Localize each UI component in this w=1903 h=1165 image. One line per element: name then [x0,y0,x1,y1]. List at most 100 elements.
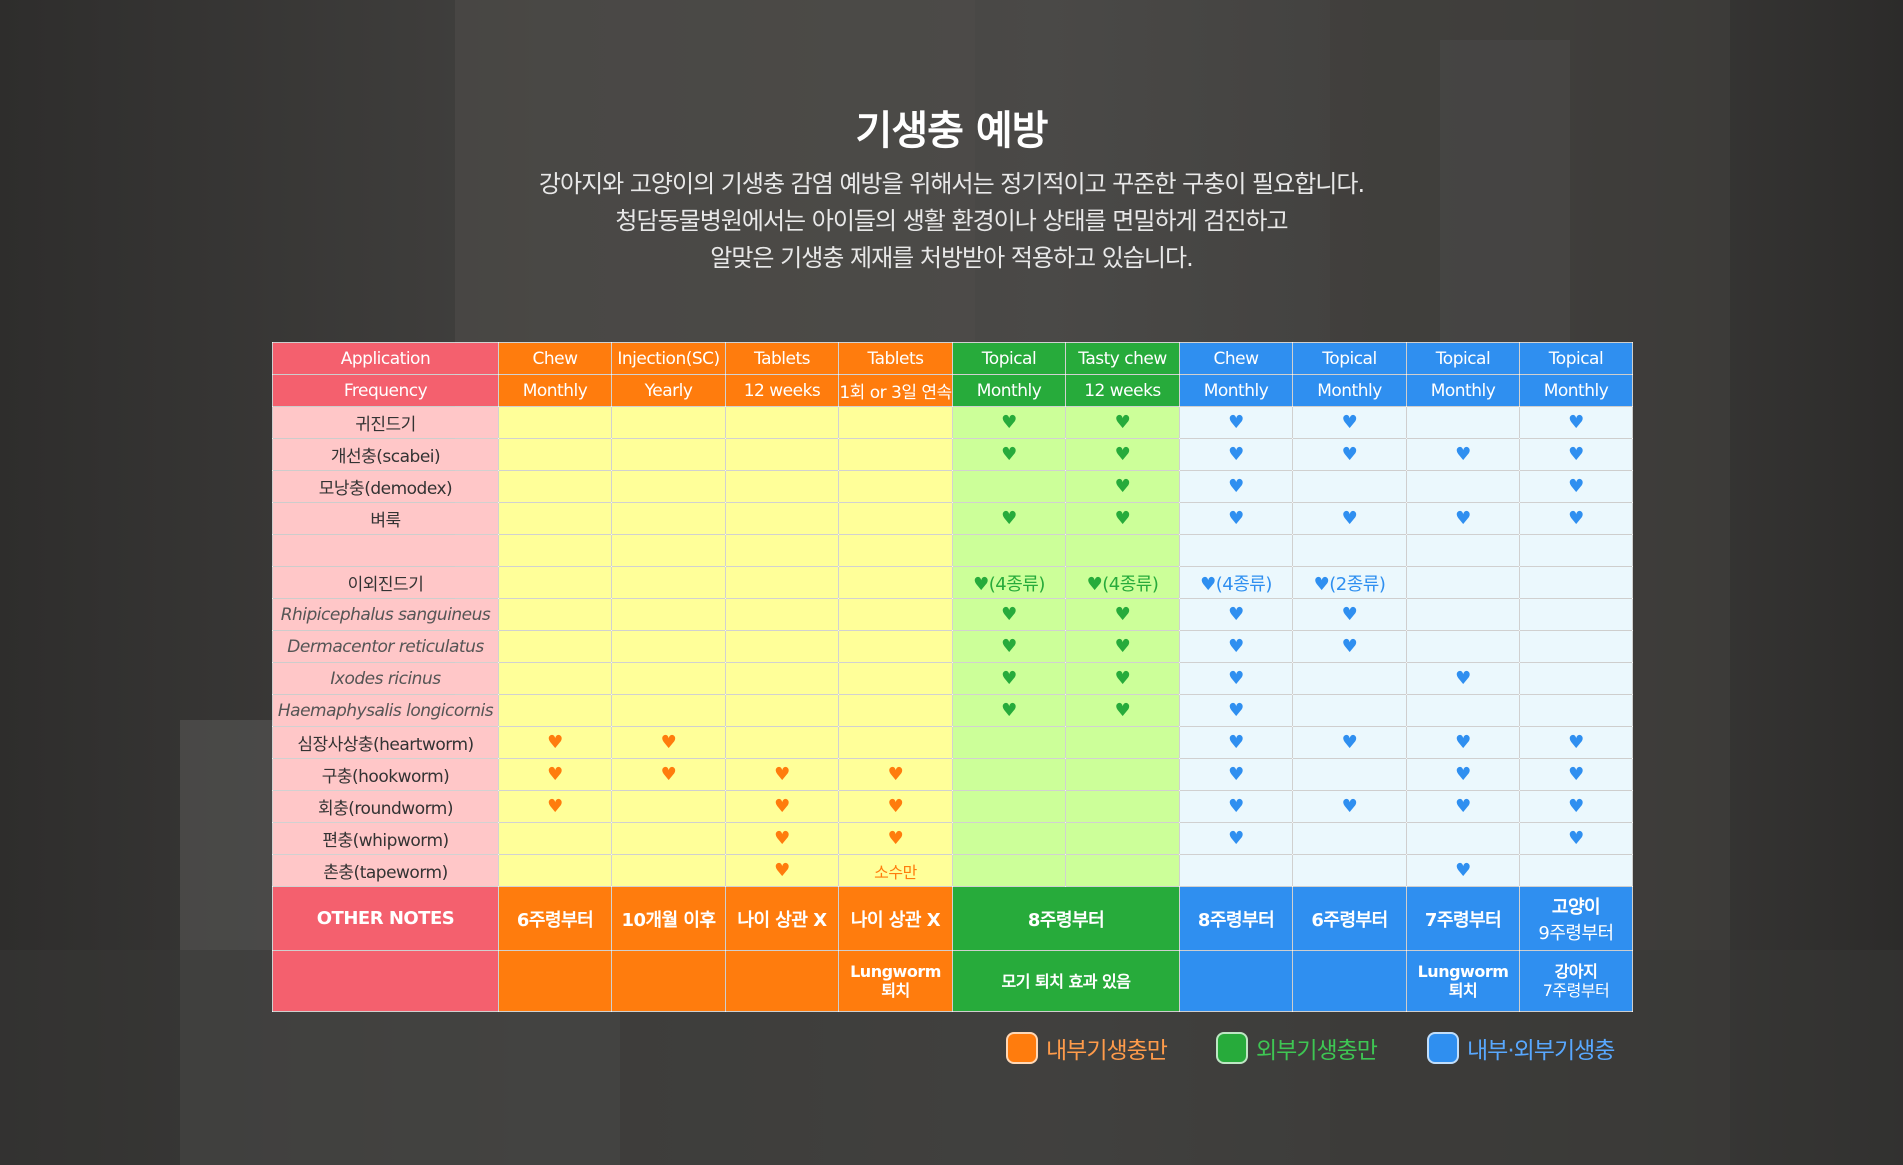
heart-icon: ♥ [1001,700,1017,721]
row-label: 이외진드기 [272,566,499,599]
table-cell: ♥ [1406,758,1520,791]
table-cell: ♥ [1406,790,1520,823]
table-cell: ♥ [1179,662,1293,695]
table-cell [952,790,1066,823]
table-cell: ♥ [1292,790,1407,823]
heart-icon: ♥ [774,860,790,881]
table-cell [611,470,726,503]
frequency-header-cell: 1회 or 3일 연속 [838,374,953,407]
row-label: 회충(roundworm) [272,790,499,823]
table-cell [725,470,839,503]
heart-icon: ♥ [1341,796,1358,817]
intro-line: 강아지와 고양이의 기생충 감염 예방을 위해서는 정기적이고 꾸준한 구충이 … [538,170,1365,198]
table-cell: ♥ [1519,790,1633,823]
heart-icon: ♥ [1341,508,1358,529]
table-cell [498,662,612,695]
heart-icon: ♥ [1200,573,1216,595]
table-cell: ♥ [498,758,612,791]
table-cell: ♥ [952,438,1066,471]
heart-icon: ♥ [1228,668,1244,689]
heart-icon: ♥ [973,573,989,595]
table-cell: ♥ [1065,630,1180,663]
legend-label: 내부기생충만 [1046,1038,1168,1064]
table-cell [498,534,612,567]
application-label: Application [272,342,499,375]
table-cell: ♥ [1065,502,1180,535]
heart-icon: ♥ [1568,412,1584,433]
table-cell: ♥ [952,662,1066,695]
heart-icon: ♥ [1114,636,1131,657]
cell-note: (2종류) [1329,573,1386,595]
table-cell: ♥ [952,406,1066,439]
heart-icon: ♥ [1568,508,1584,529]
table-cell [498,630,612,663]
heart-icon: ♥ [1001,444,1017,465]
table-cell [838,598,953,631]
frequency-header-cell: 12 weeks [725,374,839,407]
parasite-prevention-table: Application Chew Injection(SC) Tablets Table… [272,342,1633,1012]
table-cell: ♥ [1179,630,1293,663]
table-cell [498,854,612,887]
heart-icon: ♥ [1568,796,1584,817]
row-label: 구충(hookworm) [272,758,499,791]
table-cell: ♥ [1292,406,1407,439]
table-cell [1406,694,1520,727]
table-cell [1406,534,1520,567]
table-cell: ♥ [1292,630,1407,663]
table-cell: ♥ [1065,598,1180,631]
note-cell: 나이 상관 X [838,886,953,951]
table-cell: ♥(4종류) [1065,566,1180,599]
cell-note: (4종류) [1102,573,1159,595]
table-cell [725,502,839,535]
table-cell [1179,854,1293,887]
application-header-cell: Chew [1179,342,1293,375]
frequency-header-cell: Monthly [1292,374,1407,407]
application-header-cell: Injection(SC) [611,342,726,375]
table-cell: ♥ [1065,662,1180,695]
heart-icon: ♥ [1568,732,1584,753]
table-cell [498,598,612,631]
table-cell [1292,694,1407,727]
heart-icon: ♥ [1228,828,1244,849]
notes-row-2: Lungworm 퇴치 모기 퇴치 효과 있음 Lungworm 퇴치 강아지 7주령부터 [272,950,1633,1012]
heart-icon: ♥ [1114,476,1131,497]
heart-icon: ♥ [1455,796,1471,817]
note-cell: 나이 상관 X [725,886,839,951]
table-cell [498,438,612,471]
table-row: Ixodes ricinus ♥ ♥ ♥ ♥ [272,662,1633,695]
table-cell: ♥ [1406,502,1520,535]
heart-icon: ♥ [1001,604,1017,625]
heart-icon: ♥ [1455,668,1471,689]
table-cell: ♥ [952,598,1066,631]
table-cell [1065,790,1180,823]
legend-external: 외부기생충만 [1216,1030,1378,1066]
heart-icon: ♥ [1313,573,1330,595]
table-cell [838,726,953,759]
table-cell [838,470,953,503]
heart-icon: ♥ [1455,444,1471,465]
table-cell [611,502,726,535]
heart-icon: ♥ [1568,476,1584,497]
table-cell: ♥ [1406,854,1520,887]
frequency-header-cell: Monthly [1519,374,1633,407]
table-cell [611,662,726,695]
table-cell: ♥ [838,758,953,791]
table-cell [1065,534,1180,567]
heart-icon: ♥ [1114,604,1131,625]
table-row: Dermacentor reticulatus ♥ ♥ ♥ ♥ [272,630,1633,663]
heart-icon: ♥ [1001,412,1017,433]
table-cell: ♥ [1065,694,1180,727]
notes-row: OTHER NOTES 6주령부터 10개월 이후 나이 상관 X 나이 상관 X 8주령… [272,886,1633,951]
table-cell: 소수만 [838,854,953,887]
table-cell [952,534,1066,567]
legend-internal: 내부기생충만 [1006,1030,1168,1066]
heart-icon: ♥ [1568,828,1584,849]
note-cell: 강아지 7주령부터 [1519,950,1633,1012]
note-subtitle: 9주령부터 [1538,922,1614,944]
table-cell: ♥ [1292,598,1407,631]
note-line: Lungworm [850,962,941,981]
table-cell: ♥ [725,854,839,887]
table-cell [1519,694,1633,727]
heart-icon: ♥ [1228,636,1244,657]
note-cell [1179,950,1293,1012]
